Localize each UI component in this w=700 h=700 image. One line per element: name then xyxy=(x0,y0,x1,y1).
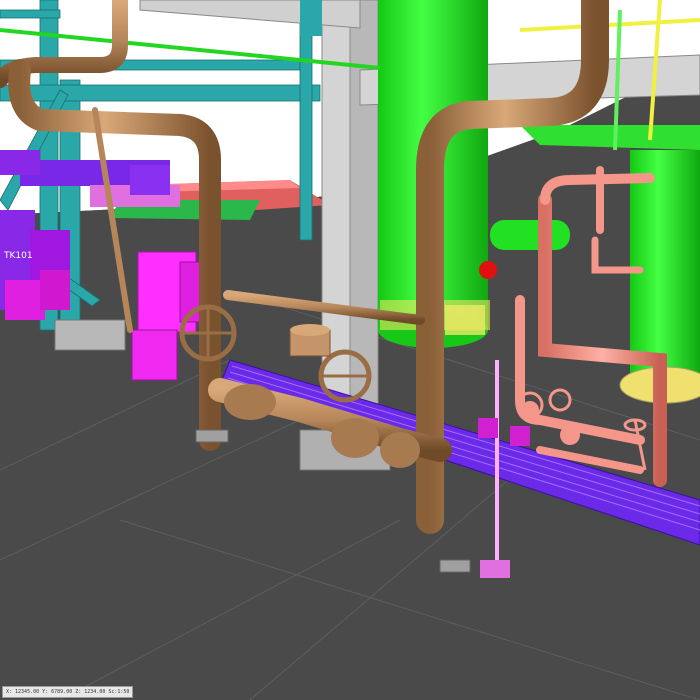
status-bar: X: 12345.00 Y: 6789.00 Z: 1234.00 Sc:1:5… xyxy=(2,686,134,698)
pipe-support-base-left xyxy=(195,429,229,443)
pedestal-left xyxy=(54,319,126,351)
red-valve xyxy=(479,261,497,279)
actuator xyxy=(289,324,331,357)
3d-viewport[interactable]: TK101 X: 12345.00 Y: 6789.00 Z: 1234.00 … xyxy=(0,0,700,700)
pipe-support-base xyxy=(439,559,471,573)
plant-model-scene[interactable]: TK101 xyxy=(0,0,700,700)
coordinate-readout: X: 12345.00 Y: 6789.00 Z: 1234.00 Sc:1:5… xyxy=(6,689,130,695)
equipment-tag-label: TK101 xyxy=(3,251,33,261)
vessel-skirt xyxy=(445,305,485,335)
